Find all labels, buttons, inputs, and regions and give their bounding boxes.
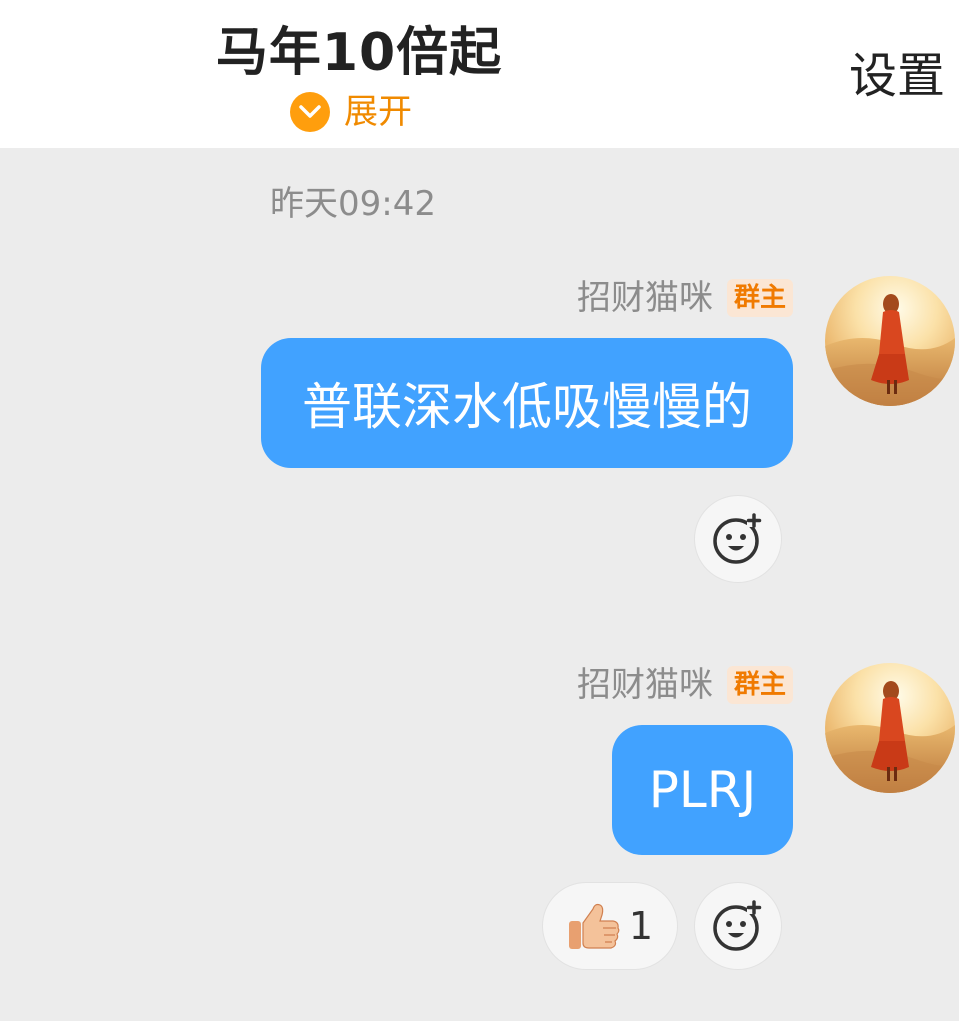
reaction-count: 1 [628, 904, 654, 948]
avatar[interactable] [825, 663, 955, 793]
settings-button[interactable]: 设置 [849, 44, 945, 108]
message-text: PLRJ [648, 761, 757, 819]
add-reaction-button[interactable] [694, 882, 782, 970]
message-bubble[interactable]: PLRJ [612, 725, 793, 855]
owner-badge: 群主 [726, 279, 793, 317]
message-sender-row: 招财猫咪 群主 [577, 663, 793, 707]
sender-name[interactable]: 招财猫咪 [577, 663, 713, 707]
expand-button[interactable]: 展开 [290, 90, 412, 134]
thumbs-up-reaction[interactable]: 1 [542, 882, 678, 970]
add-emoji-icon [713, 900, 762, 951]
thumbs-up-icon [568, 903, 620, 949]
add-reaction-button[interactable] [694, 495, 782, 583]
sender-name[interactable]: 招财猫咪 [577, 276, 713, 320]
add-emoji-icon [713, 513, 762, 564]
avatar[interactable] [825, 276, 955, 406]
message-timestamp: 昨天09:42 [270, 184, 436, 224]
message-bubble[interactable]: 普联深水低吸慢慢的 [261, 338, 793, 468]
chevron-down-icon [290, 92, 330, 132]
group-title: 马年10倍起 [215, 23, 503, 83]
chat-header: 马年10倍起 展开 设置 [0, 0, 959, 148]
message-sender-row: 招财猫咪 群主 [577, 276, 793, 320]
message-text: 普联深水低吸慢慢的 [302, 378, 752, 436]
owner-badge: 群主 [726, 666, 793, 704]
expand-label: 展开 [344, 92, 412, 132]
